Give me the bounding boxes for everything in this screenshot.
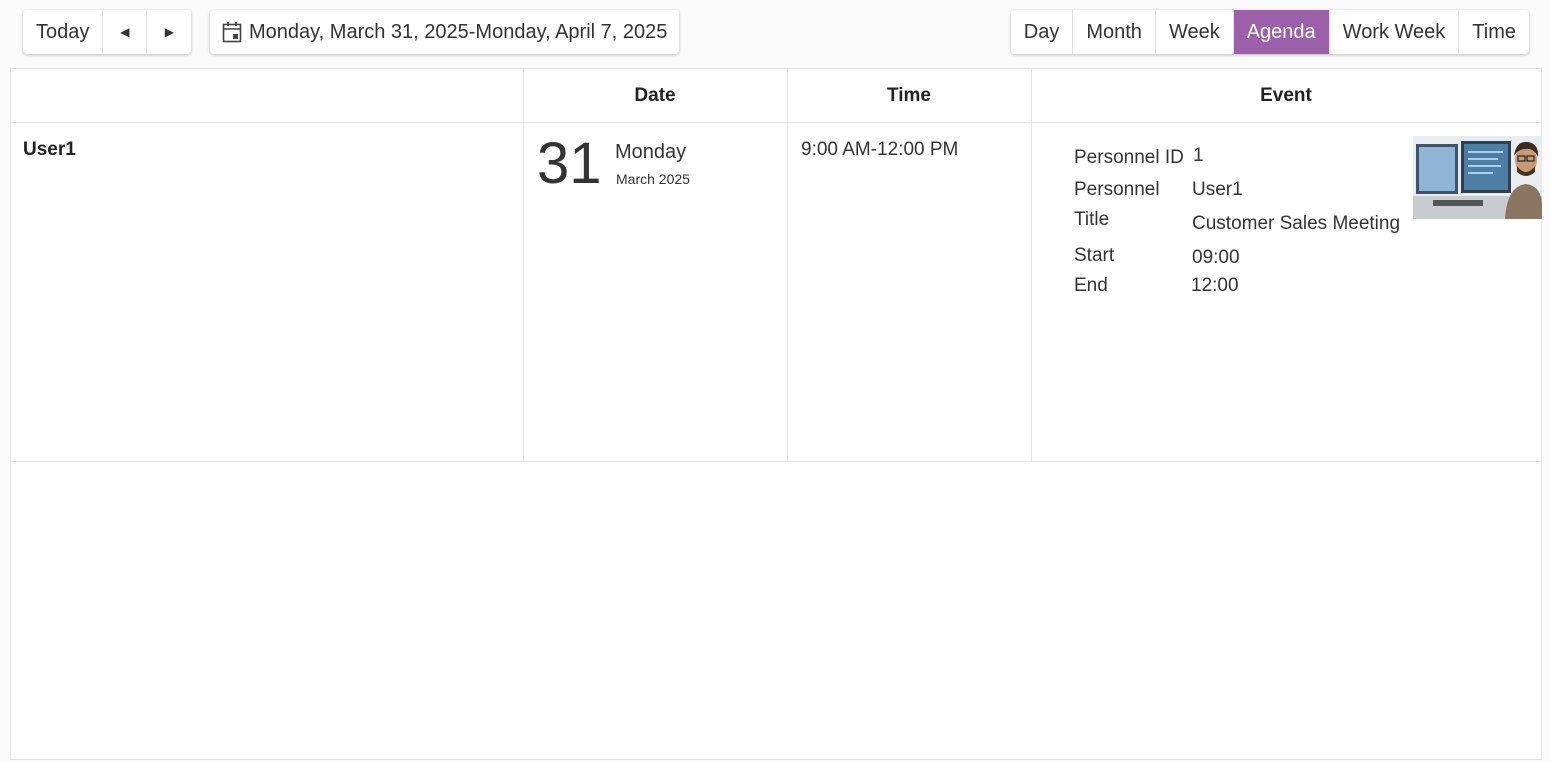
view-work-week-button[interactable]: Work Week [1330,10,1460,54]
scheduler-toolbar: Today ◀ ▶ Monday, March 31, 2025-Monday,… [10,0,1542,68]
time-column-header: Time [787,69,1031,123]
event-field-value: Customer Sales Meeting [1192,213,1401,234]
view-month-button[interactable]: Month [1073,10,1156,54]
column-divider [787,69,788,461]
view-week-button[interactable]: Week [1156,10,1234,54]
date-range-button[interactable]: Monday, March 31, 2025-Monday, April 7, … [210,10,679,54]
navigation-group: Today ◀ ▶ [23,10,192,54]
row-divider [11,461,1541,462]
date-range-label: Monday, March 31, 2025-Monday, April 7, … [249,21,668,43]
caret-right-icon: ▶ [164,25,174,39]
event-field-label: Title [1074,209,1110,230]
column-divider [523,69,524,461]
next-button[interactable]: ▶ [147,10,191,54]
event-field-label: Personnel [1074,179,1160,200]
previous-button[interactable]: ◀ [103,10,148,54]
weekday: Monday [615,141,687,163]
month-year: March 2025 [616,171,690,187]
event-field-value: User1 [1192,179,1243,200]
event-field-label: Personnel ID [1074,147,1184,168]
date-column-header: Date [523,69,787,123]
event-field-value: 09:00 [1192,247,1240,268]
person-at-computer-photo [1413,136,1542,219]
event-field-label: End [1074,275,1108,296]
event-column-header: Event [1031,69,1541,123]
calendar-icon [222,22,242,43]
day-number: 31 [537,131,602,196]
view-time-button[interactable]: Time [1459,10,1529,54]
today-button[interactable]: Today [23,10,104,54]
view-switcher: Day Month Week Agenda Work Week Time [1010,10,1529,54]
caret-left-icon: ◀ [120,25,130,39]
event-field-value: 12:00 [1191,275,1239,296]
resource-column-header [11,69,523,123]
event-field-value: 1 [1193,145,1204,166]
view-day-button[interactable]: Day [1011,10,1074,54]
column-divider [1031,69,1032,461]
view-agenda-button[interactable]: Agenda [1233,10,1330,54]
agenda-grid: Date Time Event User1 31 Monday March 20… [10,68,1542,760]
event-field-label: Start [1074,245,1115,266]
resource-name: User1 [23,139,76,160]
date-range-group: Monday, March 31, 2025-Monday, April 7, … [210,10,680,54]
event-time-range: 9:00 AM-12:00 PM [801,139,959,160]
